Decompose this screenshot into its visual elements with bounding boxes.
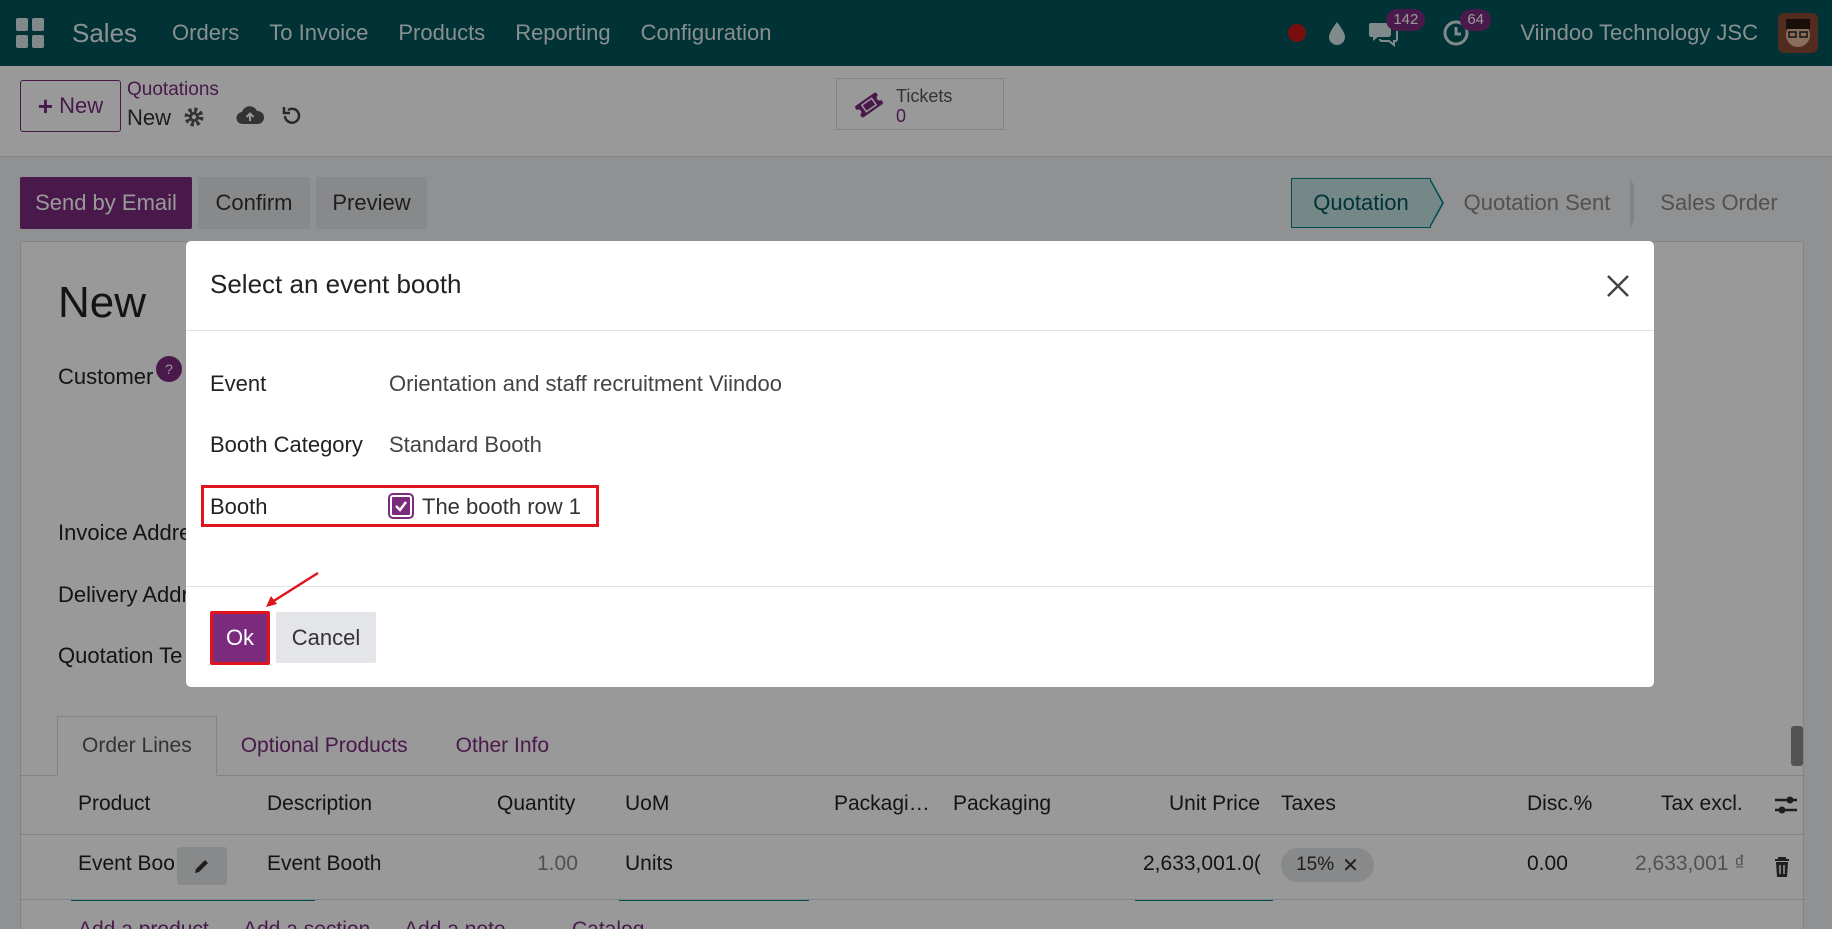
dialog-header-divider (186, 330, 1654, 331)
booth-label: Booth (210, 494, 268, 519)
ok-button[interactable]: Ok (210, 611, 270, 665)
close-icon[interactable] (1603, 271, 1633, 301)
booth-checkbox[interactable] (388, 493, 414, 519)
booth-category-value: Standard Booth (389, 432, 542, 457)
annotation-arrow-icon (266, 571, 319, 607)
booth-category-label: Booth Category (210, 432, 363, 457)
select-event-booth-dialog: Select an event booth Event Orientation … (186, 241, 1654, 687)
dialog-footer-divider (186, 586, 1654, 587)
cancel-button[interactable]: Cancel (276, 612, 376, 663)
dialog-title: Select an event booth (210, 269, 462, 299)
event-value: Orientation and staff recruitment Viindo… (389, 371, 782, 396)
event-label: Event (210, 371, 267, 396)
booth-option-label[interactable]: The booth row 1 (422, 494, 581, 520)
checkmark-icon (395, 501, 407, 512)
